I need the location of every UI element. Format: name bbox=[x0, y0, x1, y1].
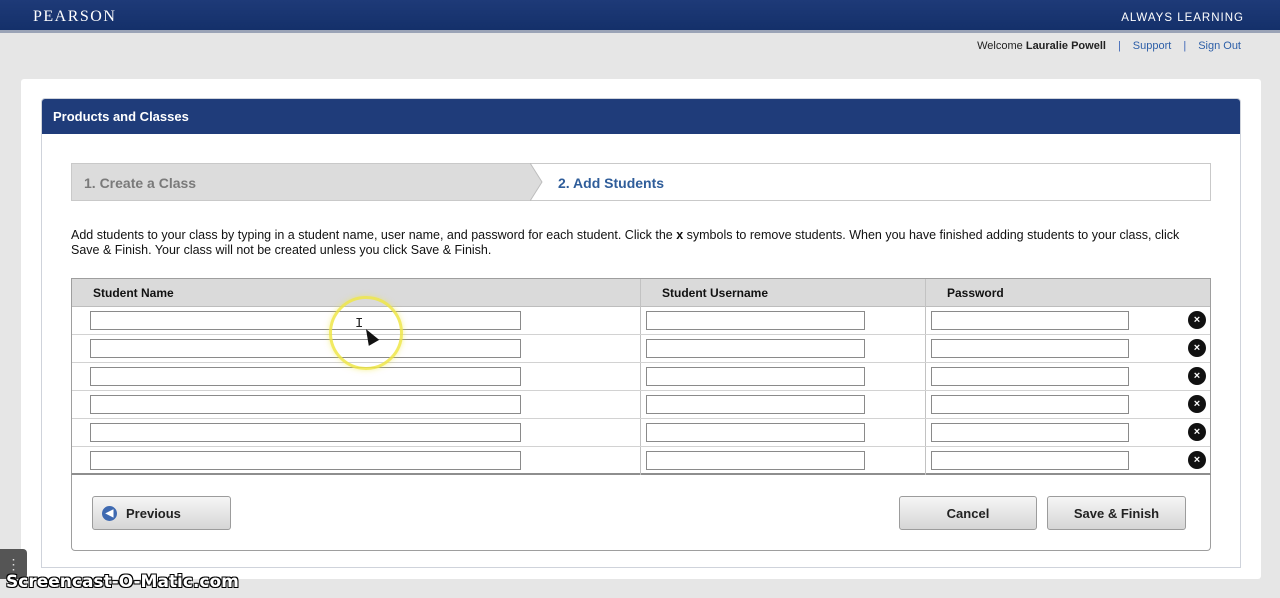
user-name: Lauralie Powell bbox=[1025, 40, 1106, 52]
products-classes-panel: Products and Classes 1. Create a Class 2… bbox=[41, 98, 1241, 568]
save-finish-button[interactable]: Save & Finish bbox=[1047, 496, 1186, 530]
step-create-class: 1. Create a Class bbox=[72, 164, 530, 200]
separator: | bbox=[1183, 40, 1187, 52]
column-student-name: Student Name bbox=[93, 286, 174, 300]
password-input[interactable] bbox=[931, 423, 1129, 442]
password-input[interactable] bbox=[931, 311, 1129, 330]
students-table: Student Name Student Username Password ×… bbox=[71, 278, 1211, 475]
arrow-left-circle-icon: ◀ bbox=[102, 506, 117, 521]
column-password: Password bbox=[947, 286, 1004, 300]
student-name-input[interactable] bbox=[90, 451, 521, 470]
table-row: × bbox=[72, 307, 1210, 335]
step-chevron-icon bbox=[530, 163, 543, 201]
remove-row-icon[interactable]: × bbox=[1188, 451, 1206, 469]
previous-button[interactable]: ◀ Previous bbox=[92, 496, 231, 530]
button-bar: ◀ Previous Cancel Save & Finish bbox=[71, 475, 1211, 551]
student-username-input[interactable] bbox=[646, 395, 865, 414]
table-row: × bbox=[72, 363, 1210, 391]
student-username-input[interactable] bbox=[646, 423, 865, 442]
student-username-input[interactable] bbox=[646, 339, 865, 358]
table-row: × bbox=[72, 419, 1210, 447]
user-bar: Welcome Lauralie Powell | Support | Sign… bbox=[977, 40, 1241, 52]
student-username-input[interactable] bbox=[646, 367, 865, 386]
student-name-input[interactable] bbox=[90, 311, 521, 330]
sign-out-link[interactable]: Sign Out bbox=[1198, 40, 1241, 52]
step-add-students: 2. Add Students bbox=[558, 175, 665, 191]
remove-row-icon[interactable]: × bbox=[1188, 311, 1206, 329]
student-name-input[interactable] bbox=[90, 423, 521, 442]
student-name-input[interactable] bbox=[90, 395, 521, 414]
pearson-logo: PEARSON bbox=[33, 8, 117, 25]
panel-title: Products and Classes bbox=[42, 99, 1240, 134]
separator: | bbox=[1117, 40, 1121, 52]
remove-row-icon[interactable]: × bbox=[1188, 339, 1206, 357]
tagline: ALWAYS LEARNING bbox=[1121, 12, 1244, 24]
table-row: × bbox=[72, 447, 1210, 475]
remove-row-icon[interactable]: × bbox=[1188, 423, 1206, 441]
remove-row-icon[interactable]: × bbox=[1188, 395, 1206, 413]
password-input[interactable] bbox=[931, 395, 1129, 414]
password-input[interactable] bbox=[931, 451, 1129, 470]
table-row: × bbox=[72, 391, 1210, 419]
text-cursor-icon: I bbox=[355, 316, 364, 332]
wizard-steps: 1. Create a Class 2. Add Students bbox=[71, 163, 1211, 201]
student-name-input[interactable] bbox=[90, 339, 521, 358]
welcome-text: Welcome Lauralie Powell bbox=[977, 40, 1106, 52]
table-header: Student Name Student Username Password bbox=[72, 279, 1210, 307]
column-student-username: Student Username bbox=[662, 286, 769, 300]
instructions: Add students to your class by typing in … bbox=[71, 228, 1180, 257]
student-username-input[interactable] bbox=[646, 311, 865, 330]
support-link[interactable]: Support bbox=[1133, 40, 1172, 52]
watermark: Screencast-O-Matic.com bbox=[6, 572, 239, 592]
cancel-button[interactable]: Cancel bbox=[899, 496, 1037, 530]
password-input[interactable] bbox=[931, 339, 1129, 358]
student-username-input[interactable] bbox=[646, 451, 865, 470]
table-row: × bbox=[72, 335, 1210, 363]
top-bar: PEARSON ALWAYS LEARNING bbox=[0, 0, 1280, 33]
remove-row-icon[interactable]: × bbox=[1188, 367, 1206, 385]
password-input[interactable] bbox=[931, 367, 1129, 386]
student-name-input[interactable] bbox=[90, 367, 521, 386]
